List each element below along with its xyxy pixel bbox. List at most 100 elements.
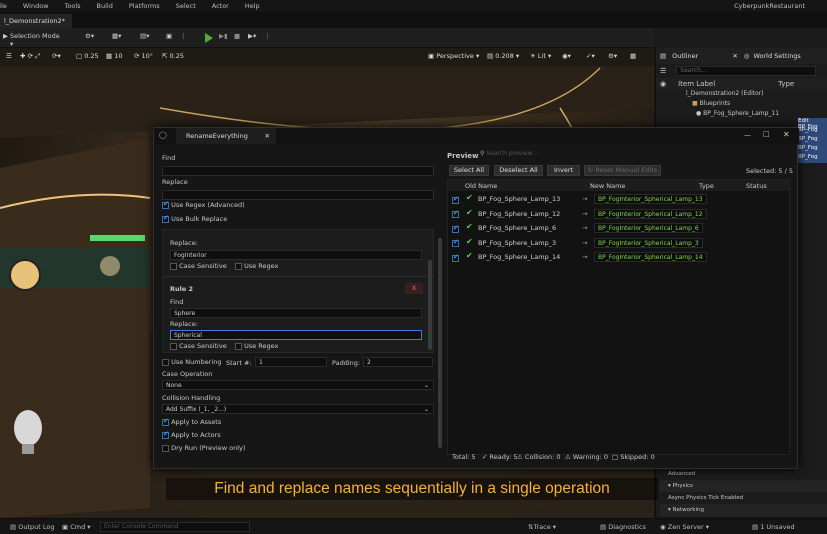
details-physics[interactable]: ▾ Physics [660,480,827,492]
row-checkbox[interactable] [452,195,459,204]
rule1-regex-row[interactable]: Use Regex [235,262,278,270]
rule2-find-input[interactable]: Sphere [170,308,422,318]
preview-row[interactable]: ✔ BP_Fog_Sphere_Lamp_3 → BP_FogInterior_Sph… [448,237,791,250]
details-networking[interactable]: ▾ Networking [660,504,827,516]
use-regex-checkbox[interactable] [162,200,169,209]
rule1-case-row[interactable]: Case Sensitive [170,262,227,270]
rule2-case-checkbox[interactable] [170,342,177,350]
new-name[interactable]: BP_FogInterior_Spherical_Lamp_3 [594,237,703,248]
level-tab[interactable]: l_Demonstration2* [0,14,72,28]
surface-snap-icon[interactable]: □ 0.25 [76,52,99,60]
maximize-icon[interactable]: □ [763,130,770,138]
rule2-replace-input[interactable]: Spherical [170,330,422,340]
apply-assets-checkbox[interactable] [162,417,169,426]
menu-tools[interactable]: Tools [57,2,89,10]
rule2-case-row[interactable]: Case Sensitive [170,342,227,350]
play-icon[interactable] [205,33,213,45]
preview-row[interactable]: ✔ BP_Fog_Sphere_Lamp_14 → BP_FogInterior_Sp… [448,251,791,264]
preview-row[interactable]: ✔ BP_Fog_Sphere_Lamp_6 → BP_FogInterior_Sph… [448,222,791,235]
console-input[interactable]: Enter Console Command [100,522,250,532]
grid-snap[interactable]: ▦ 10 [106,52,123,60]
perspective-button[interactable]: ▣ Perspective ▾ [428,52,479,60]
tab-close-icon[interactable]: ✕ [265,132,270,140]
scale-snap[interactable]: ⇱ 0.25 [162,52,184,60]
tree-row-level[interactable]: l_Demonstration2 (Editor) [656,90,827,100]
rule1-regex-checkbox[interactable] [235,262,242,270]
use-numbering-row[interactable]: Use Numbering [162,358,221,366]
rule2-remove-button[interactable]: X [405,283,423,294]
outliner-selected-row[interactable]: BP_Fog [798,154,827,163]
outliner-selected-row[interactable]: BP_Fog [798,136,827,145]
menu-actor[interactable]: Actor [204,2,237,10]
row-checkbox[interactable] [452,224,459,233]
world-settings-tab[interactable]: World Settings [753,52,800,60]
cinematics-icon[interactable]: ▤▾ [140,32,149,44]
col-type[interactable]: Type [699,182,714,190]
col-old-name[interactable]: Old Name [465,182,497,190]
replace-input[interactable] [162,190,434,200]
show-icon[interactable]: ◉▾ [562,52,571,60]
menu-build[interactable]: Build [89,2,121,10]
row-checkbox[interactable] [452,253,459,262]
use-bulk-checkbox[interactable] [162,214,169,223]
lit-button[interactable]: ☀ Lit ▾ [530,52,551,60]
apply-actors-row[interactable]: Apply to Actors [162,430,221,439]
outliner-search-input[interactable]: Search... [676,66,817,76]
step-icon[interactable]: ▶▮ [219,32,228,44]
selection-mode-button[interactable]: Selection Mode ▾ [10,32,65,48]
new-name[interactable]: BP_FogInterior_Spherical_Lamp_12 [594,208,707,219]
trace-button[interactable]: ⇅Trace ▾ [528,523,556,531]
rotation-snap[interactable]: ⟳ 10° [134,52,153,60]
preview-row[interactable]: ✔ BP_Fog_Sphere_Lamp_12 → BP_FogInterior_Sp… [448,208,791,221]
deselect-all-button[interactable]: Deselect All [494,165,543,176]
close-icon[interactable]: ✕ [732,52,737,60]
zen-server-button[interactable]: ◉ Zen Server ▾ [660,523,709,531]
outliner-selected-row[interactable]: BP_Fog [798,145,827,154]
details-advanced[interactable]: Advanced [660,468,827,480]
filter-icon[interactable]: ☰ [660,67,666,75]
preview-row[interactable]: ✔ BP_Fog_Sphere_Lamp_13 → BP_FogInterior_Sp… [448,193,791,206]
viewport-menu-icon[interactable]: ☰ [6,52,12,60]
rule2-regex-checkbox[interactable] [235,342,242,350]
window-close-icon[interactable]: ✕ [783,130,790,139]
layout-icon[interactable]: ▦ [630,52,636,60]
snap-icon[interactable]: ⟳▾ [52,52,61,60]
use-regex-row[interactable]: Use Regex (Advanced) [162,200,245,209]
more-icon[interactable]: ⋮ [180,32,187,44]
play-more-icon[interactable]: ⋮ [264,32,271,44]
realtime-icon[interactable]: ✓▾ [586,52,595,60]
col-item-label[interactable]: Item Label [678,80,778,88]
preview-search-input[interactable]: ⚲ Search preview... [480,150,790,161]
row-checkbox[interactable] [452,238,459,247]
output-log-button[interactable]: ▤ Output Log [10,523,54,531]
row-checkbox[interactable] [452,209,459,218]
use-bulk-row[interactable]: Use Bulk Replace [162,214,227,223]
menu-window[interactable]: Window [15,2,57,10]
minimize-icon[interactable]: — [744,131,751,139]
col-new-name[interactable]: New Name [590,182,625,190]
col-type[interactable]: Type [778,80,794,88]
settings-icon[interactable]: ⚙▾ [608,52,617,60]
transform-icon[interactable]: ✚ ⟳ ⤢ [20,52,40,61]
apply-assets-row[interactable]: Apply to Assets [162,417,221,426]
play-options-icon[interactable]: ▶▾ [248,32,256,44]
camera-speed[interactable]: ▤ 0.208 ▾ [487,52,519,60]
apply-actors-checkbox[interactable] [162,430,169,439]
new-name[interactable]: BP_FogInterior_Spherical_Lamp_14 [594,252,707,262]
find-input[interactable] [162,166,434,176]
use-numbering-checkbox[interactable] [162,358,169,366]
dialog-tab[interactable]: RenameEverything ✕ [176,128,276,144]
menu-platforms[interactable]: Platforms [121,2,168,10]
start-input[interactable]: 1 [255,357,327,367]
padding-input[interactable]: 2 [363,357,433,367]
modes-icon[interactable]: ▣ [166,32,172,44]
dry-run-checkbox[interactable] [162,444,169,452]
new-name[interactable]: BP_FogInterior_Spherical_Lamp_6 [594,223,703,233]
blueprint-icon[interactable]: ▦▾ [112,32,121,44]
left-pane-scrollbar[interactable] [438,238,442,448]
unsaved-button[interactable]: ▤ 1 Unsaved [752,523,795,531]
new-name[interactable]: BP_FogInterior_Spherical_Lamp_13 [594,194,707,204]
select-all-button[interactable]: Select All [449,165,489,176]
menu-select[interactable]: Select [168,2,204,10]
menu-help[interactable]: Help [237,2,268,10]
